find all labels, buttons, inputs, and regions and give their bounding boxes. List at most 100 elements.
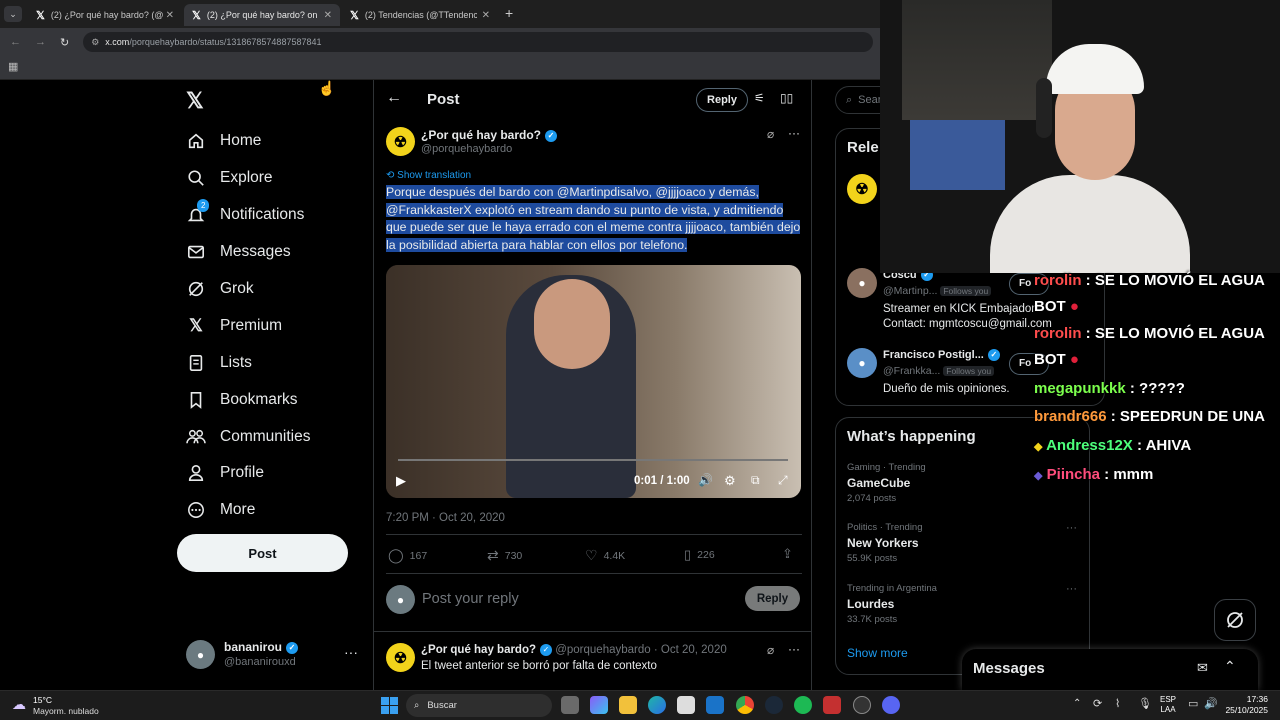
weather-widget[interactable]: ☁ 15°C Mayorm. nublado bbox=[10, 694, 120, 718]
trend-item[interactable]: Politics · Trending New Yorkers 55.9K po… bbox=[847, 522, 1082, 564]
messages-drawer[interactable]: Messages ✉ ⌃ bbox=[962, 649, 1258, 690]
reply-action[interactable]: ◯ 167 bbox=[388, 547, 427, 564]
nav-grok[interactable]: Grok bbox=[186, 279, 254, 299]
tweet-author-handle[interactable]: @porquehaybardo bbox=[421, 143, 512, 155]
app-icon[interactable] bbox=[823, 696, 841, 714]
person-handle[interactable]: @Frankka... bbox=[883, 365, 940, 377]
nav-more[interactable]: More bbox=[186, 500, 255, 520]
chevron-up-icon[interactable]: ⌃ bbox=[1073, 698, 1081, 709]
nav-premium[interactable]: 𝕏 Premium bbox=[186, 316, 282, 336]
nav-home[interactable]: Home bbox=[186, 131, 261, 151]
play-icon[interactable]: ▶ bbox=[396, 473, 406, 489]
outlook-icon[interactable] bbox=[706, 696, 724, 714]
person-name[interactable]: Francisco Postigl... bbox=[883, 349, 984, 361]
obs-icon[interactable] bbox=[853, 696, 871, 714]
settings-gear-icon[interactable]: ⚙ bbox=[724, 473, 736, 489]
discord-icon[interactable] bbox=[882, 696, 900, 714]
trend-item[interactable]: Trending in Argentina Lourdes 33.7K post… bbox=[847, 583, 1082, 625]
trend-more-icon[interactable]: ··· bbox=[1066, 583, 1077, 595]
account-more-icon[interactable]: ··· bbox=[344, 644, 358, 660]
tweet-more-icon[interactable]: ··· bbox=[788, 126, 800, 140]
reply-input[interactable]: Post your reply bbox=[422, 591, 519, 607]
reply-more-icon[interactable]: ··· bbox=[788, 642, 800, 656]
nav-messages[interactable]: Messages bbox=[186, 242, 291, 262]
browser-tab-2[interactable]: 𝕏 (2) ¿Por qué hay bardo? on X: " ✕ bbox=[184, 4, 340, 26]
tray-mic-icon[interactable]: 🎙 bbox=[1138, 697, 1152, 710]
back-icon[interactable]: ← bbox=[10, 36, 21, 48]
spotify-icon[interactable] bbox=[794, 696, 812, 714]
trend-more-icon[interactable]: ··· bbox=[1066, 522, 1077, 534]
coscu-avatar[interactable]: ● bbox=[847, 268, 877, 298]
nav-communities[interactable]: Communities bbox=[186, 427, 310, 447]
like-action[interactable]: ♡ 4.4K bbox=[585, 547, 625, 564]
language-indicator[interactable]: ESP LAA bbox=[1160, 695, 1176, 715]
header-reply-button[interactable]: Reply bbox=[696, 88, 748, 112]
site-info-icon[interactable]: ⚙ bbox=[91, 37, 99, 48]
close-tab-icon[interactable]: ✕ bbox=[166, 10, 174, 21]
video-player[interactable]: ▶ 0:01 / 1:00 🔊 ⚙ ⧉ ⤢ bbox=[386, 265, 801, 498]
edge-icon[interactable] bbox=[648, 696, 666, 714]
apps-grid-icon[interactable]: ▦ bbox=[8, 60, 18, 73]
reply-date[interactable]: · Oct 20, 2020 bbox=[654, 644, 727, 656]
fullscreen-icon[interactable]: ⤢ bbox=[778, 473, 788, 488]
new-tab-button[interactable]: + bbox=[505, 5, 513, 21]
back-arrow-icon[interactable]: ← bbox=[386, 89, 402, 107]
francisco-avatar[interactable]: ● bbox=[847, 348, 877, 378]
whats-happening-card: What’s happening Gaming · Trending GameC… bbox=[835, 417, 1090, 675]
close-tab-icon[interactable]: ✕ bbox=[324, 10, 332, 21]
show-more-link[interactable]: Show more bbox=[847, 646, 908, 660]
forward-icon[interactable]: → bbox=[35, 36, 46, 48]
repost-action[interactable]: ⇄ 730 bbox=[487, 547, 522, 564]
share-icon[interactable]: ⇪ bbox=[782, 546, 793, 562]
reply-author-handle[interactable]: @porquehaybardo bbox=[555, 644, 650, 656]
windows-start-icon[interactable] bbox=[381, 697, 398, 714]
pip-icon[interactable]: ⧉ bbox=[751, 473, 760, 488]
nav-notifications[interactable]: 2 Notifications bbox=[186, 199, 304, 225]
video-progress-track[interactable] bbox=[398, 459, 788, 461]
browser-tab-3[interactable]: 𝕏 (2) Tendencias (@TTendenciaX) ✕ bbox=[342, 4, 498, 26]
tray-network-icon[interactable]: ⟳ bbox=[1093, 697, 1102, 710]
nav-explore[interactable]: Explore bbox=[186, 168, 273, 188]
nav-lists[interactable]: Lists bbox=[186, 353, 252, 373]
chrome-icon[interactable] bbox=[736, 696, 754, 714]
clock[interactable]: 17:36 25/10/2025 bbox=[1222, 694, 1268, 716]
page-title: Post bbox=[427, 91, 460, 108]
account-switcher[interactable]: ● bananirou ✓ @bananirouxd ··· bbox=[186, 640, 362, 672]
nav-profile[interactable]: Profile bbox=[186, 463, 264, 483]
bookmark-action[interactable]: ▯ 226 bbox=[684, 547, 715, 563]
browser-tab-1[interactable]: 𝕏 (2) ¿Por qué hay bardo? (@porq ✕ bbox=[28, 4, 182, 26]
tweet-author-avatar[interactable]: ☢ bbox=[386, 127, 415, 156]
folder-icon[interactable] bbox=[619, 696, 637, 714]
tweet-timestamp[interactable]: 7:20 PM · Oct 20, 2020 bbox=[386, 512, 505, 524]
nav-bookmarks[interactable]: Bookmarks bbox=[186, 390, 298, 410]
copilot-icon[interactable] bbox=[590, 696, 608, 714]
close-tab-icon[interactable]: ✕ bbox=[482, 10, 490, 21]
reply-submit-button[interactable]: Reply bbox=[745, 586, 800, 611]
tweet-author-name[interactable]: ¿Por qué hay bardo? bbox=[421, 128, 541, 142]
reader-view-icon[interactable]: ▯▯ bbox=[780, 91, 793, 105]
new-message-icon[interactable]: ✉ bbox=[1197, 660, 1208, 676]
grok-icon[interactable]: ⌀ bbox=[767, 643, 774, 657]
filter-icon[interactable]: ⚟ bbox=[754, 91, 765, 105]
person-handle[interactable]: @Martinp... bbox=[883, 285, 937, 297]
reply-author-name[interactable]: ¿Por qué hay bardo? bbox=[421, 644, 536, 656]
x-logo-icon[interactable]: 𝕏 bbox=[186, 88, 204, 114]
store-icon[interactable] bbox=[677, 696, 695, 714]
tray-monitor-icon[interactable]: ▭ bbox=[1188, 697, 1198, 710]
reply-author-avatar[interactable]: ☢ bbox=[386, 643, 415, 672]
grok-icon[interactable]: ⌀ bbox=[767, 127, 774, 141]
steam-icon[interactable] bbox=[765, 696, 783, 714]
reload-icon[interactable]: ↻ bbox=[60, 36, 69, 49]
file-explorer-icon[interactable] bbox=[561, 696, 579, 714]
relevant-avatar[interactable]: ☢ bbox=[847, 174, 877, 204]
post-button[interactable]: Post bbox=[177, 534, 348, 572]
tray-wifi-icon[interactable]: ⌇ bbox=[1115, 697, 1120, 710]
grok-floating-button[interactable] bbox=[1214, 599, 1256, 641]
url-field[interactable]: ⚙ x.com /porquehaybardo/status/131867857… bbox=[83, 32, 874, 52]
show-translation-link[interactable]: Show translation bbox=[397, 170, 471, 181]
taskbar-search[interactable]: ⌕ Buscar bbox=[406, 694, 552, 717]
tab-list-button[interactable]: ⌄ bbox=[4, 6, 22, 22]
tray-volume-icon[interactable]: 🔊 bbox=[1204, 697, 1218, 710]
expand-up-icon[interactable]: ⌃ bbox=[1224, 658, 1236, 675]
volume-icon[interactable]: 🔊 bbox=[698, 473, 713, 487]
